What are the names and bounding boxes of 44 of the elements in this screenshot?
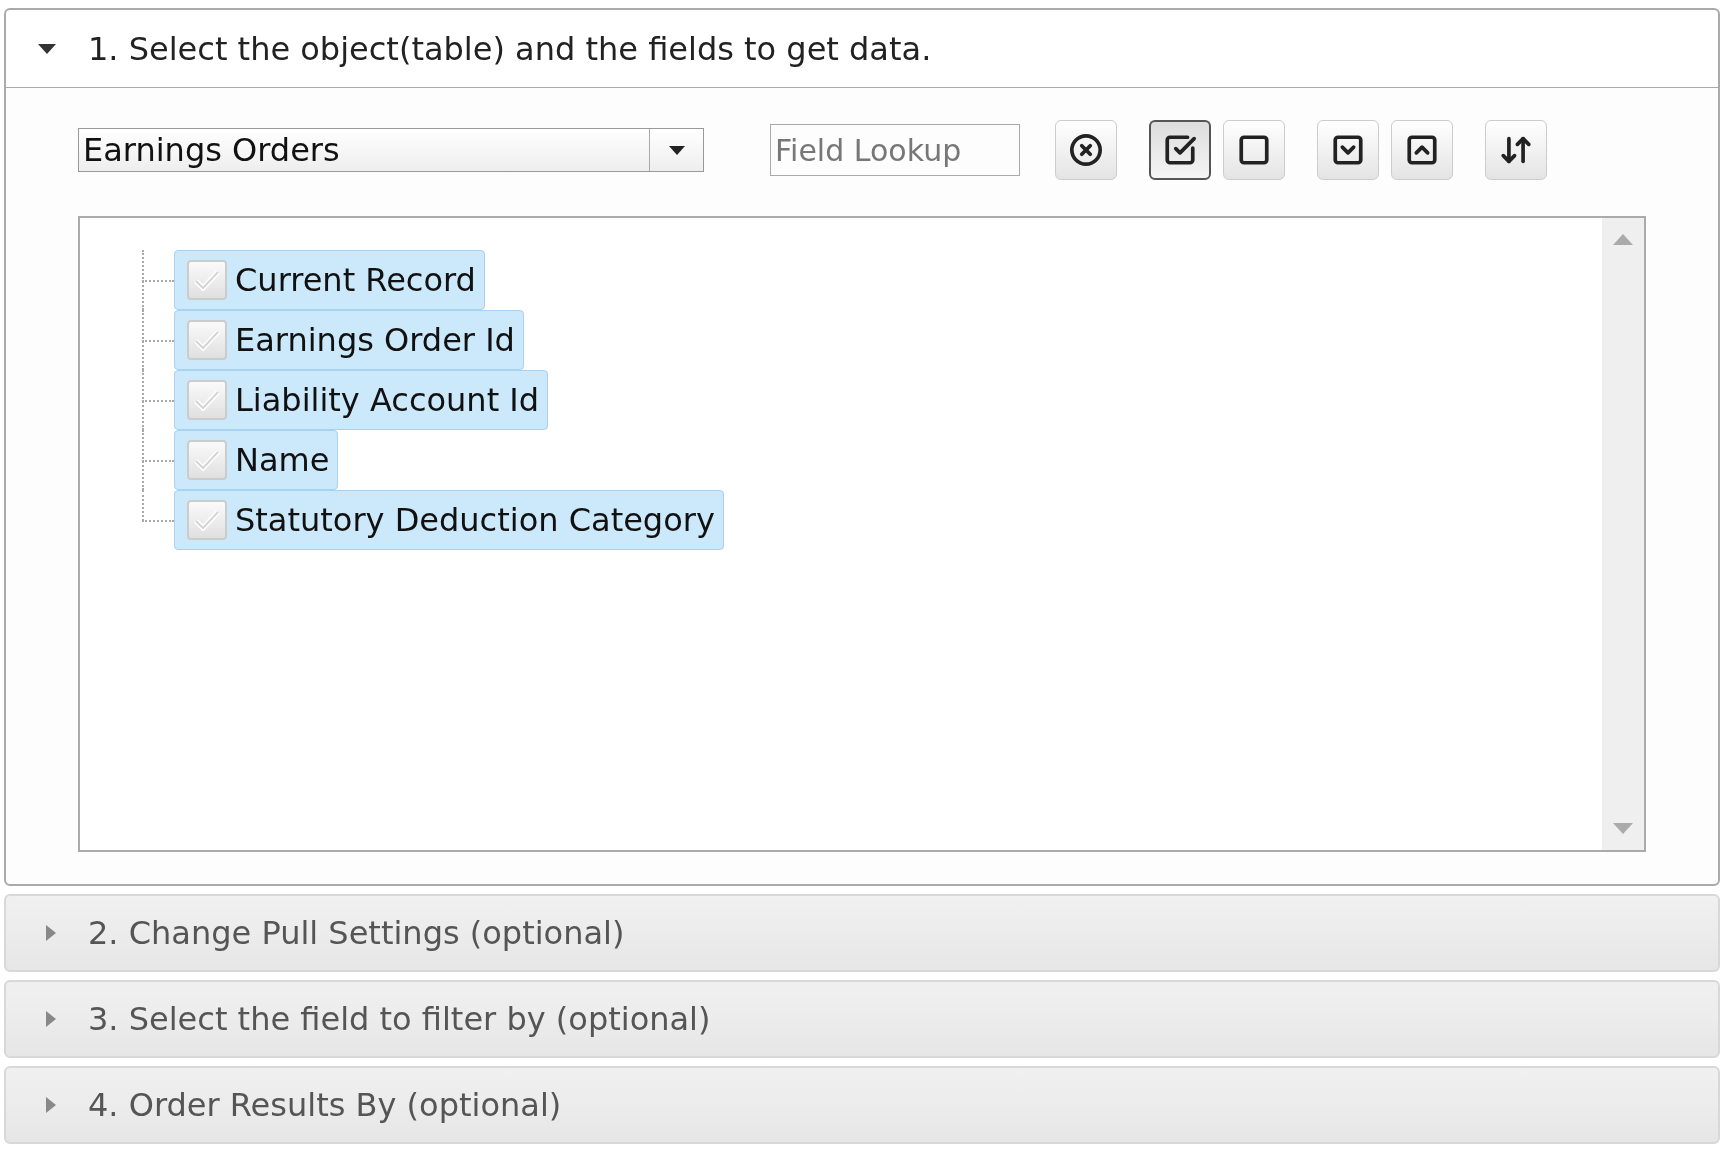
checkbox[interactable] [187, 440, 227, 480]
field-label: Current Record [235, 260, 476, 301]
checkmark-icon [194, 329, 220, 351]
clear-icon [1069, 133, 1103, 167]
field-label: Name [235, 440, 330, 481]
section-header[interactable]: 4. Order Results By (optional) [4, 1066, 1720, 1144]
scroll-up-icon[interactable] [1613, 234, 1633, 245]
chevron-down-square-icon [1331, 133, 1365, 167]
scrollbar[interactable] [1602, 218, 1644, 850]
toolbar-button[interactable] [1149, 120, 1211, 180]
checked-square-icon [1163, 133, 1197, 167]
tree-item[interactable]: Statutory Deduction Category [174, 490, 724, 550]
tree-item[interactable]: Name [174, 430, 339, 490]
caret-right-icon [46, 925, 56, 941]
tree-item[interactable]: Liability Account Id [174, 370, 549, 430]
chevron-up-square-icon [1405, 133, 1439, 167]
checkbox[interactable] [187, 260, 227, 300]
caret-down-icon [668, 145, 685, 155]
section-title: 2. Change Pull Settings (optional) [88, 913, 625, 954]
field-lookup-input[interactable]: Field Lookup [770, 124, 1020, 176]
section-header[interactable]: 3. Select the field to filter by (optional) [4, 980, 1720, 1058]
object-dropdown[interactable]: Earnings Orders [78, 128, 704, 172]
square-icon [1237, 133, 1271, 167]
tree-item[interactable]: Current Record [174, 250, 485, 310]
section-title: 1. Select the object(table) and the fields to get data. [88, 28, 932, 70]
caret-right-icon [46, 1097, 56, 1113]
section-title: 3. Select the field to filter by (optional) [88, 999, 711, 1040]
checkmark-icon [194, 269, 220, 291]
checkmark-icon [194, 509, 220, 531]
caret-right-icon [46, 1011, 56, 1027]
scroll-down-icon[interactable] [1613, 823, 1633, 834]
caret-down-icon [38, 43, 56, 54]
checkbox[interactable] [187, 320, 227, 360]
section-header[interactable]: 2. Change Pull Settings (optional) [4, 894, 1720, 972]
checkbox[interactable] [187, 380, 227, 420]
checkmark-icon [194, 389, 220, 411]
field-label: Earnings Order Id [235, 320, 515, 361]
checkbox[interactable] [187, 500, 227, 540]
tree-item[interactable]: Earnings Order Id [174, 310, 524, 370]
dropdown-value: Earnings Orders [82, 134, 341, 166]
section-title: 4. Order Results By (optional) [88, 1085, 562, 1126]
field-label: Liability Account Id [235, 380, 540, 421]
checkmark-icon [194, 449, 220, 471]
field-label: Statutory Deduction Category [235, 500, 715, 541]
